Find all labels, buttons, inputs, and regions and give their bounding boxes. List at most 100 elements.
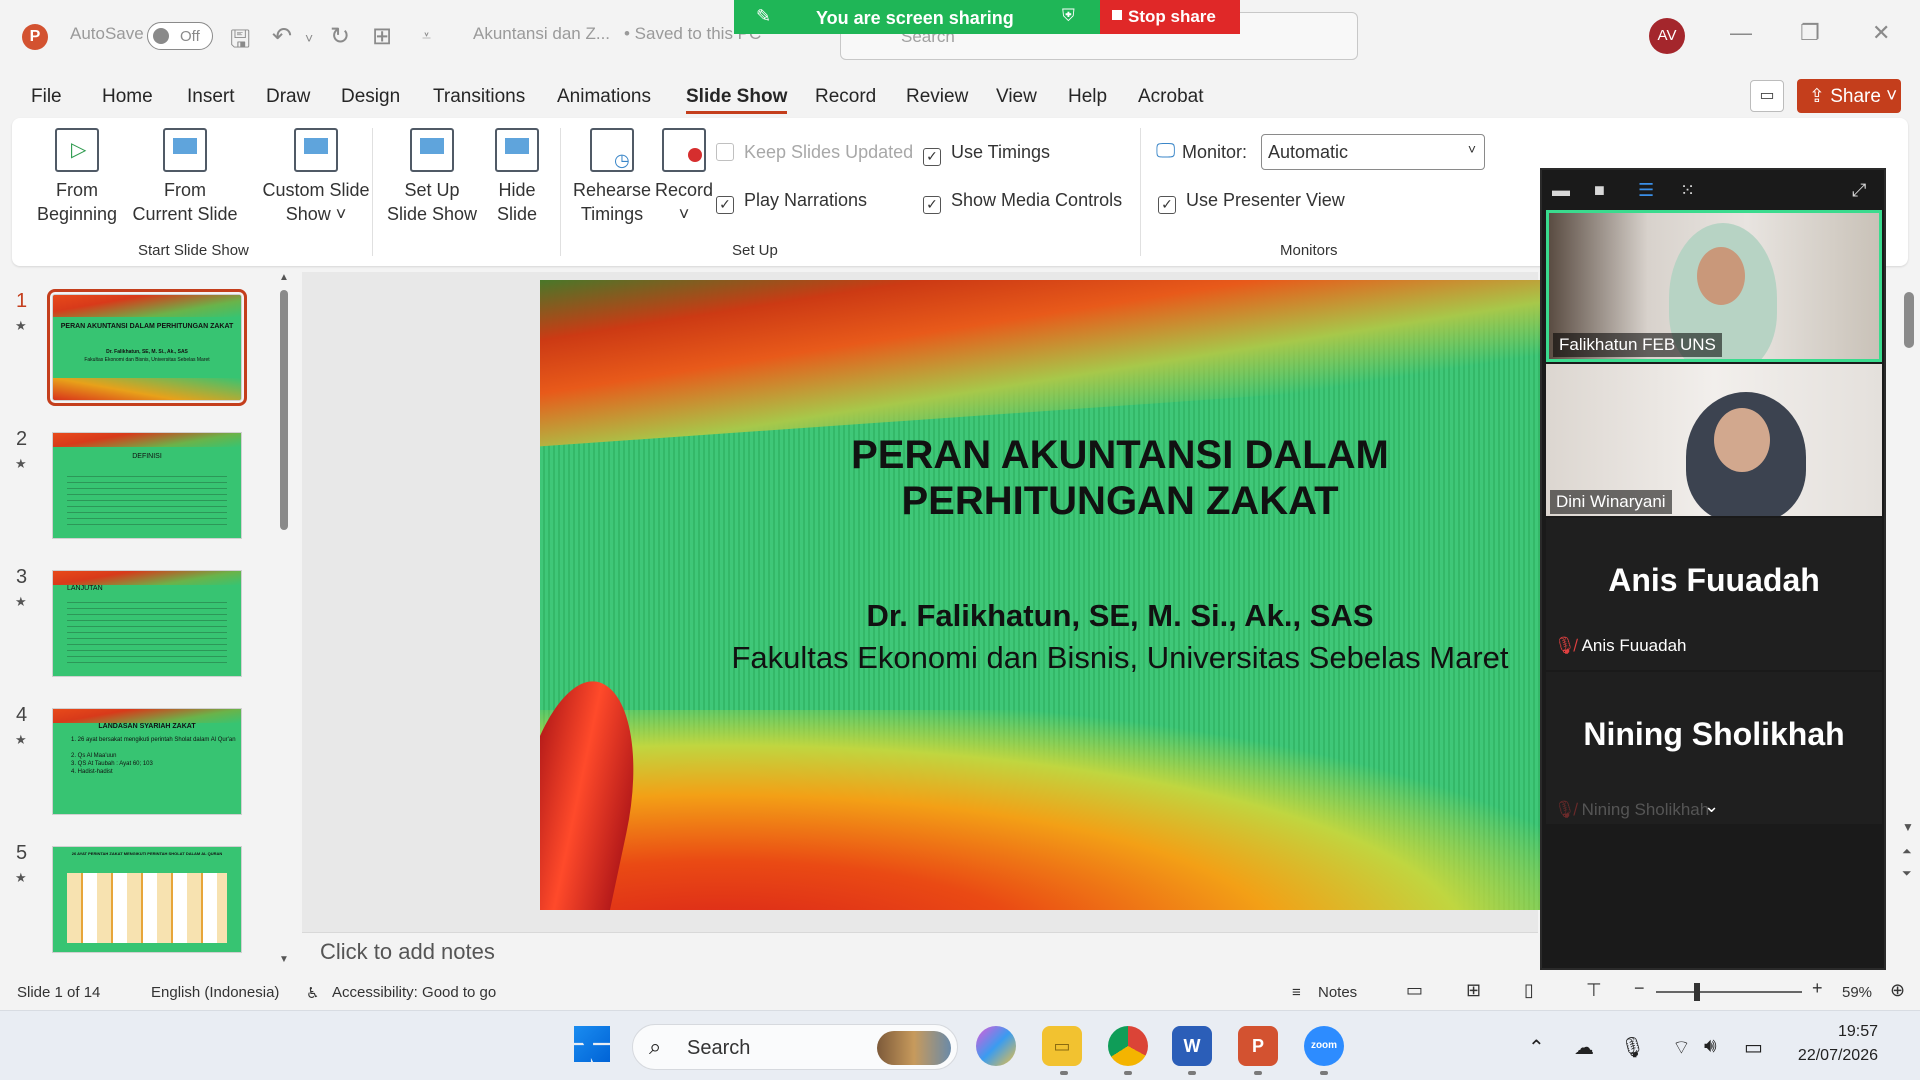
tab-home[interactable]: Home bbox=[102, 86, 153, 108]
keep-slides-updated-checkbox[interactable]: Keep Slides Updated bbox=[716, 142, 913, 163]
monitor-value: Automatic bbox=[1268, 142, 1349, 162]
slide-thumbnail-1[interactable]: PERAN AKUNTANSI DALAM PERHITUNGAN ZAKAT … bbox=[47, 289, 247, 406]
chevron-down-icon[interactable]: ⌄ bbox=[1704, 796, 1719, 817]
thumbnail-scrollbar[interactable] bbox=[280, 290, 288, 530]
participant-tile[interactable]: Nining Sholikhah 🎙︎̸ Nining Sholikhah ⌄ bbox=[1546, 672, 1882, 824]
tab-view[interactable]: View bbox=[996, 86, 1037, 108]
use-timings-checkbox[interactable]: ✓ Use Timings bbox=[923, 142, 1050, 166]
minimize-video-icon[interactable]: ▬ bbox=[1552, 180, 1570, 201]
notes-toggle[interactable]: Notes bbox=[1318, 984, 1357, 1001]
slide-affiliation[interactable]: Fakultas Ekonomi dan Bisnis, Universitas… bbox=[540, 640, 1540, 676]
microphone-icon[interactable]: 🎙︎ bbox=[1620, 1035, 1645, 1060]
clock-date[interactable]: 22/07/2026 bbox=[1786, 1047, 1878, 1065]
share-button[interactable]: ⇪ Share ˅ bbox=[1797, 79, 1901, 113]
tab-design[interactable]: Design bbox=[341, 86, 400, 108]
participant-name-text: Nining Sholikhah bbox=[1581, 800, 1710, 819]
word-icon[interactable]: W bbox=[1172, 1026, 1212, 1066]
slide-author[interactable]: Dr. Falikhatun, SE, M. Si., Ak., SAS bbox=[540, 598, 1540, 634]
use-presenter-view-checkbox[interactable]: ✓ Use Presenter View bbox=[1158, 190, 1345, 214]
document-title[interactable]: Akuntansi dan Z... bbox=[473, 24, 610, 44]
tab-insert[interactable]: Insert bbox=[187, 86, 235, 108]
slide-thumbnail-4[interactable]: LANDASAN SYARIAH ZAKAT 1. 26 ayat bersak… bbox=[52, 708, 242, 815]
from-beginning-button[interactable]: ▷ From Beginning bbox=[26, 128, 128, 226]
restore-icon[interactable]: ❐ bbox=[1800, 20, 1820, 46]
record-button[interactable]: Record ˅ bbox=[646, 128, 722, 226]
slide-thumbnail-3[interactable]: LANJUTAN bbox=[52, 570, 242, 677]
save-icon[interactable]: 🖫 bbox=[230, 22, 250, 63]
participant-tile[interactable]: Anis Fuuadah 🎙︎̸ Anis Fuuadah bbox=[1546, 518, 1882, 670]
presentation-icon[interactable]: ⊞ bbox=[372, 22, 392, 51]
chrome-icon[interactable] bbox=[1108, 1026, 1148, 1066]
file-explorer-icon[interactable]: ▭ bbox=[1042, 1026, 1082, 1066]
participant-video-tile[interactable]: Dini Winaryani bbox=[1546, 364, 1882, 516]
tab-file[interactable]: File bbox=[31, 86, 62, 108]
clock-time[interactable]: 19:57 bbox=[1806, 1023, 1878, 1041]
hide-video-icon[interactable]: ■ bbox=[1594, 180, 1605, 201]
zoom-app-icon[interactable]: zoom bbox=[1304, 1026, 1344, 1066]
from-current-slide-button[interactable]: From Current Slide bbox=[120, 128, 250, 226]
set-up-slide-show-button[interactable]: Set Up Slide Show bbox=[384, 128, 480, 226]
show-media-controls-checkbox[interactable]: ✓ Show Media Controls bbox=[923, 190, 1122, 214]
zoom-level[interactable]: 59% bbox=[1842, 984, 1872, 1001]
tab-animations[interactable]: Animations bbox=[557, 86, 651, 108]
user-avatar[interactable]: AV bbox=[1649, 18, 1685, 54]
hide-slide-button[interactable]: Hide Slide bbox=[482, 128, 552, 226]
undo-dropdown-icon[interactable]: ˅ bbox=[305, 30, 313, 46]
windows-start-icon[interactable] bbox=[572, 1026, 612, 1066]
slide-thumbnail-5[interactable]: 26 AYAT PERINTAH ZAKAT MENGIKUTI PERINTA… bbox=[52, 846, 242, 953]
expand-icon[interactable]: ⤢ bbox=[1852, 180, 1866, 201]
reading-view-icon[interactable]: ▯ bbox=[1524, 980, 1534, 1001]
zoom-slider-knob[interactable] bbox=[1694, 983, 1700, 1001]
wifi-icon[interactable]: ⌔ bbox=[1672, 1035, 1691, 1060]
tab-acrobat[interactable]: Acrobat bbox=[1138, 86, 1203, 108]
custom-slide-show-button[interactable]: Custom Slide Show ˅ bbox=[246, 128, 386, 226]
minimize-icon[interactable]: — bbox=[1730, 20, 1752, 46]
scrollbar-thumb[interactable] bbox=[1904, 292, 1914, 348]
slide-sorter-icon[interactable]: ⊞ bbox=[1466, 980, 1481, 1001]
tab-help[interactable]: Help bbox=[1068, 86, 1107, 108]
undo-icon[interactable]: ↶ bbox=[272, 22, 292, 51]
accessibility-status[interactable]: Accessibility: Good to go bbox=[332, 984, 496, 1001]
next-slide-icon[interactable]: ⏷ bbox=[1902, 866, 1912, 881]
scroll-up-icon[interactable]: ▲ bbox=[279, 272, 289, 283]
gallery-view-icon[interactable]: ⁙ bbox=[1680, 180, 1695, 201]
redo-icon[interactable]: ↻ bbox=[330, 22, 350, 51]
slide-thumbnail-2[interactable]: DEFINISI bbox=[52, 432, 242, 539]
comments-button[interactable]: ▭ bbox=[1750, 80, 1784, 112]
customize-qat-icon[interactable]: ⩡ bbox=[422, 28, 431, 46]
zoom-out-icon[interactable]: − bbox=[1634, 978, 1645, 999]
participant-video-tile[interactable]: Falikhatun FEB UNS bbox=[1546, 210, 1882, 362]
slide-show-view-icon[interactable]: ⊤ bbox=[1586, 980, 1602, 1001]
onedrive-icon[interactable]: ☁ bbox=[1574, 1035, 1594, 1060]
normal-view-icon[interactable]: ▭ bbox=[1406, 980, 1423, 1001]
volume-icon[interactable]: 🔊︎ bbox=[1704, 1035, 1717, 1058]
scroll-down-icon[interactable]: ▼ bbox=[279, 954, 289, 965]
slide-title[interactable]: PERAN AKUNTANSI DALAM PERHITUNGAN ZAKAT bbox=[540, 432, 1540, 524]
powerpoint-icon[interactable]: P bbox=[1238, 1026, 1278, 1066]
tab-slide-show[interactable]: Slide Show bbox=[686, 86, 788, 114]
speaker-view-icon[interactable]: ☰ bbox=[1638, 180, 1654, 201]
battery-icon[interactable]: ▭ bbox=[1744, 1035, 1763, 1060]
monitor-select[interactable]: Automatic ˅ bbox=[1261, 134, 1485, 170]
stop-share-button[interactable]: Stop share bbox=[1100, 0, 1240, 34]
autosave-toggle[interactable]: Off bbox=[147, 22, 213, 50]
notes-pane[interactable]: Click to add notes bbox=[302, 932, 1538, 976]
language-indicator[interactable]: English (Indonesia) bbox=[151, 984, 279, 1001]
tab-draw[interactable]: Draw bbox=[266, 86, 310, 108]
tab-transitions[interactable]: Transitions bbox=[433, 86, 525, 108]
zoom-slider[interactable] bbox=[1656, 983, 1802, 1001]
scroll-down-icon[interactable]: ▼ bbox=[1902, 820, 1914, 834]
copilot-icon[interactable] bbox=[976, 1026, 1016, 1066]
play-narrations-checkbox[interactable]: ✓ Play Narrations bbox=[716, 190, 867, 214]
current-slide[interactable]: PERAN AKUNTANSI DALAM PERHITUNGAN ZAKAT … bbox=[540, 280, 1540, 910]
zoom-in-icon[interactable]: + bbox=[1812, 978, 1823, 999]
tab-record[interactable]: Record bbox=[815, 86, 876, 108]
fit-slide-icon[interactable]: ⊕ bbox=[1890, 980, 1905, 1001]
annotate-pen-icon[interactable]: ✎ bbox=[756, 6, 771, 27]
previous-slide-icon[interactable]: ⏶ bbox=[1902, 844, 1912, 859]
chevron-up-icon[interactable]: ⌃ bbox=[1528, 1035, 1545, 1060]
tab-review[interactable]: Review bbox=[906, 86, 968, 108]
slide-scrollbar[interactable]: ▼ ⏶ ⏷ bbox=[1896, 272, 1920, 972]
close-icon[interactable]: ✕ bbox=[1872, 20, 1890, 46]
taskbar-search[interactable]: ⌕ Search bbox=[632, 1024, 958, 1070]
